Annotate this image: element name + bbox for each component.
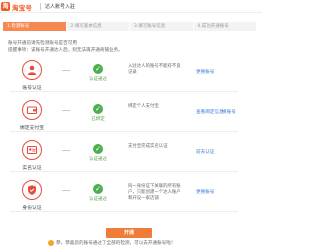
divider [10, 131, 238, 132]
arrow-connector [62, 190, 70, 191]
divider [10, 211, 238, 212]
page-title: 达人账号入驻 [45, 4, 76, 10]
step-3: 3.填写账号信息 [130, 22, 193, 31]
check-icon: ✓ [93, 184, 103, 194]
idcard-icon [22, 140, 42, 160]
check-icon: ✓ [93, 144, 103, 154]
top-header: 淘 淘宝号 达人账号入驻 [0, 0, 262, 13]
taobao-logo-icon: 淘 [1, 2, 10, 11]
intro-line-1: 账号开通前请先检测账号是否可用 [8, 41, 77, 46]
step-4: 4.成功开通账号 [193, 22, 256, 31]
intro-text: 账号开通前请先检测账号是否可用 提醒事项：该账号开通达人后，则无法再开通商铺业务… [8, 40, 158, 54]
row-description: 支付宝完成实名认证 [128, 144, 168, 149]
view-binding-link[interactable]: 查看绑定信息 [196, 109, 224, 115]
check-row-identity: 身份认证 ✓ 认证通过 同一身份证下关联的所有账户，只能创建一个达人账户和开设一… [10, 178, 238, 212]
step-2: 2.填写基本信息 [66, 22, 129, 31]
step-1: 1.检测账号 [3, 22, 66, 31]
row-description: 绑定个人支付宝 [128, 104, 159, 109]
step-progress: 1.检测账号 2.填写基本信息 3.填写账号信息 4.成功开通账号 [3, 22, 257, 31]
status-text: 认证通过 [89, 197, 107, 202]
row-description: 入驻达人的账号不能有不良记录 [128, 64, 181, 76]
check-icon: ✓ [93, 104, 103, 114]
logo-text: 淘宝号 [12, 3, 33, 12]
change-account-link[interactable]: 更换账号 [196, 189, 214, 195]
smile-icon [48, 240, 54, 246]
row-label: 账号认证 [22, 86, 42, 91]
check-row-alipay: 绑定支付宝 ✓ 已绑定 绑定个人支付宝 查看绑定信息 换账号 [10, 98, 238, 132]
logo[interactable]: 淘 淘宝号 [1, 2, 33, 12]
row-label: 实名认证 [22, 166, 42, 171]
change-account-link[interactable]: 更换账号 [196, 69, 214, 75]
change-binding-link[interactable]: 换账号 [222, 109, 236, 115]
row-label: 绑定支付宝 [20, 126, 44, 131]
row-description: 同一身份证下关联的所有账户，只能创建一个达人账户和开设一家店铺 [128, 184, 181, 202]
status-text: 认证通过 [89, 157, 107, 162]
open-account-button[interactable]: 开通 [106, 228, 152, 238]
arrow-connector [62, 110, 70, 111]
shield-icon [22, 180, 42, 200]
status-text: 认证通过 [89, 77, 107, 82]
divider [10, 91, 238, 92]
success-text: 恭，恭喜您的账号通过了全部的检测，可以去开通账号啦！ [56, 241, 176, 246]
status-text: 已绑定 [91, 117, 105, 122]
user-icon [22, 60, 42, 80]
row-label: 身份认证 [22, 206, 42, 211]
status-badge: ✓ 认证通过 [78, 184, 118, 204]
check-row-realname: 实名认证 ✓ 认证通过 支付宝完成实名认证 前去认证 [10, 138, 238, 172]
check-icon: ✓ [93, 64, 103, 74]
header-divider [40, 3, 41, 10]
check-row-account: 账号认证 ✓ 认证通过 入驻达人的账号不能有不良记录 更换账号 [10, 58, 238, 92]
arrow-connector [62, 150, 70, 151]
intro-line-2: 提醒事项：该账号开通达人后，则无法再开通商铺业务。 [8, 48, 123, 53]
status-badge: ✓ 已绑定 [78, 104, 118, 124]
wallet-icon [22, 100, 42, 120]
status-badge: ✓ 认证通过 [78, 64, 118, 84]
divider [10, 171, 238, 172]
go-verify-link[interactable]: 前去认证 [196, 149, 214, 155]
arrow-connector [62, 70, 70, 71]
status-badge: ✓ 认证通过 [78, 144, 118, 164]
success-message: 恭，恭喜您的账号通过了全部的检测，可以去开通账号啦！ [48, 240, 175, 246]
